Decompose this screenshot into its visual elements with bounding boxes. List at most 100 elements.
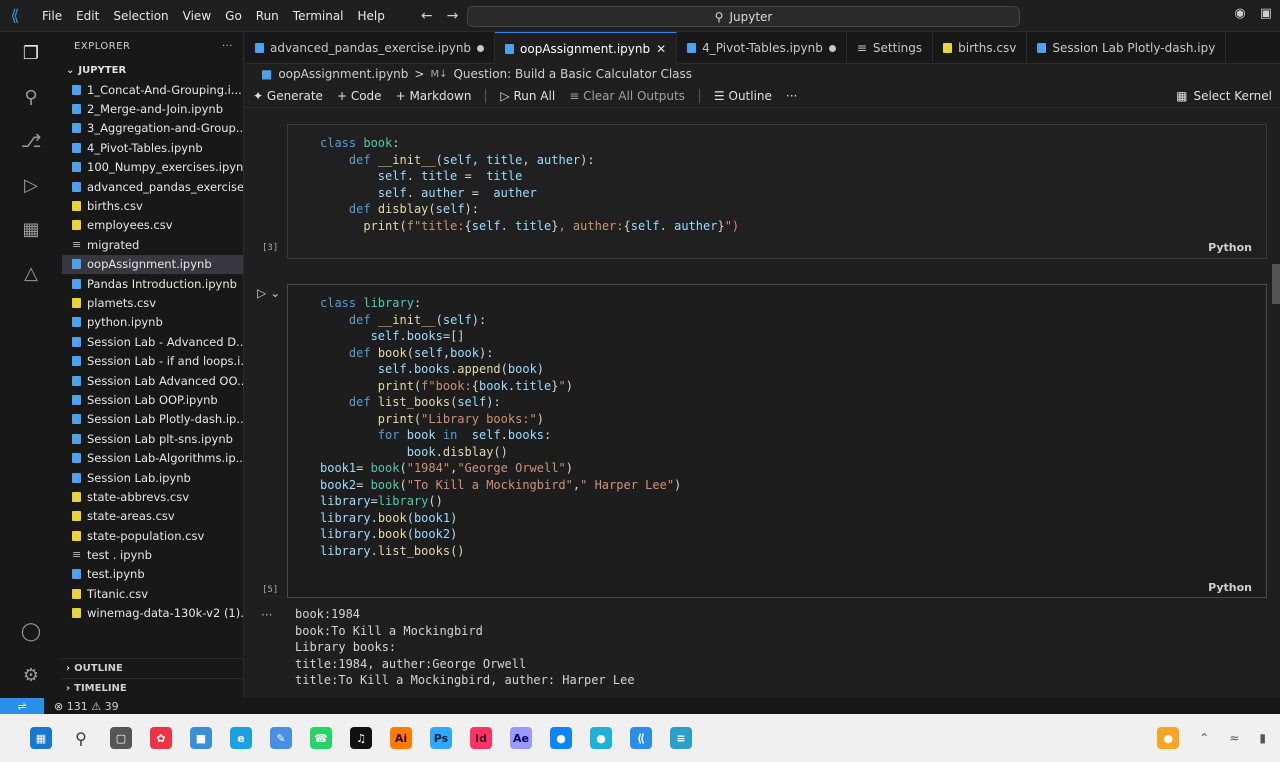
file-item[interactable]: Session Lab Plotly-dash.ip...	[62, 410, 243, 429]
remote-indicator-icon[interactable]: ⇌	[0, 698, 44, 714]
edge-browser-icon[interactable]: e	[230, 727, 252, 749]
unsaved-dot-icon[interactable]	[828, 44, 836, 52]
run-all-button[interactable]: ▷ Run All	[500, 89, 555, 103]
more-actions-icon[interactable]: ···	[222, 41, 233, 52]
layout-icon[interactable]: ▣	[1260, 6, 1272, 21]
file-item[interactable]: oopAssignment.ipynb	[62, 254, 243, 274]
vscode-taskbar-icon[interactable]: ⟪	[630, 727, 652, 749]
cell-language[interactable]: Python	[1208, 581, 1252, 594]
explorer-icon[interactable]: ❐	[18, 40, 44, 66]
code-cell[interactable]: class library: def __init__(self): self.…	[262, 284, 1267, 598]
menu-item-selection[interactable]: Selection	[107, 9, 174, 23]
problems-indicator[interactable]: ⊗ 131 ⚠ 39	[54, 700, 119, 713]
output-actions-icon[interactable]: ···	[261, 608, 272, 622]
file-item[interactable]: ≡ migrated	[62, 235, 243, 254]
file-item[interactable]: Session Lab Advanced OO...	[62, 371, 243, 390]
forward-arrow-icon[interactable]: →	[447, 8, 459, 24]
menu-item-run[interactable]: Run	[250, 9, 285, 23]
file-item[interactable]: Titanic.csv	[62, 584, 243, 603]
file-item[interactable]: 3_Aggregation-and-Group...	[62, 119, 243, 138]
editor-tab[interactable]: oopAssignment.ipynb ✕	[495, 32, 678, 64]
editor-tab[interactable]: ≡ Settings	[847, 32, 934, 64]
file-item[interactable]: state-abbrevs.csv	[62, 487, 243, 506]
file-item[interactable]: 2_Merge-and-Join.ipynb	[62, 99, 243, 118]
add-markdown-button[interactable]: + Markdown	[396, 89, 472, 103]
file-item[interactable]: ≡ test . ipynb	[62, 545, 243, 564]
command-center-search[interactable]: ⚲ Jupyter	[467, 6, 1020, 27]
file-item[interactable]: Session Lab OOP.ipynb	[62, 390, 243, 409]
photoshop-icon[interactable]: Ps	[430, 727, 452, 749]
tray-chevron-icon[interactable]: ⌃	[1199, 731, 1209, 745]
menu-item-go[interactable]: Go	[219, 9, 248, 23]
notes-app-icon[interactable]: ✎	[270, 727, 292, 749]
after-effects-icon[interactable]: Ae	[510, 727, 532, 749]
menu-item-view[interactable]: View	[177, 9, 217, 23]
editor-tab[interactable]: births.csv	[933, 32, 1028, 64]
start-windows-icon[interactable]: ▦	[30, 727, 52, 749]
indesign-icon[interactable]: Id	[470, 727, 492, 749]
editor-tab[interactable]: 4_Pivot-Tables.ipynb	[677, 32, 847, 64]
file-item[interactable]: 1_Concat-And-Grouping.i...	[62, 80, 243, 99]
file-item[interactable]: Session Lab - if and loops.i...	[62, 351, 243, 370]
run-cell-button[interactable]: ▷ ⌄	[257, 286, 280, 300]
editor-scrollbar[interactable]	[1272, 264, 1280, 304]
unsaved-dot-icon[interactable]	[477, 44, 485, 52]
clear-outputs-button[interactable]: ≡ Clear All Outputs	[569, 89, 685, 103]
file-explorer-icon[interactable]: ■	[190, 727, 212, 749]
task-view-icon[interactable]: ▢	[110, 727, 132, 749]
battery-icon[interactable]: ▮	[1259, 731, 1266, 745]
editor-tab[interactable]: Session Lab Plotly-dash.ipy	[1027, 32, 1227, 64]
file-item[interactable]: Session Lab-Algorithms.ip...	[62, 448, 243, 467]
search-icon[interactable]: ⚲	[18, 84, 44, 110]
menu-item-edit[interactable]: Edit	[70, 9, 105, 23]
source-control-icon[interactable]: ⎇	[18, 128, 44, 154]
select-kernel-button[interactable]: ▦ Select Kernel	[1176, 89, 1272, 103]
file-item[interactable]: employees.csv	[62, 216, 243, 235]
file-item[interactable]: Pandas Introduction.ipynb	[62, 274, 243, 293]
breadcrumb-section[interactable]: Question: Build a Basic Calculator Class	[453, 67, 692, 81]
cell-code[interactable]: class library: def __init__(self): self.…	[320, 295, 681, 559]
menu-item-help[interactable]: Help	[352, 9, 391, 23]
cell-code[interactable]: class book: def __init__(self, title, au…	[320, 135, 739, 234]
code-cell[interactable]: class book: def __init__(self, title, au…	[262, 124, 1267, 259]
tiktok-icon[interactable]: ♫	[350, 727, 372, 749]
file-item[interactable]: advanced_pandas_exercise...	[62, 177, 243, 196]
search-icon[interactable]: ⚲	[70, 727, 92, 749]
cell-language[interactable]: Python	[1208, 241, 1252, 254]
toolbar-more-button[interactable]: ···	[786, 89, 797, 103]
breadcrumb-file[interactable]: oopAssignment.ipynb	[278, 67, 408, 81]
close-tab-icon[interactable]: ✕	[656, 42, 666, 56]
file-item[interactable]: plamets.csv	[62, 293, 243, 312]
file-item[interactable]: births.csv	[62, 196, 243, 215]
file-item[interactable]: 100_Numpy_exercises.ipynb	[62, 158, 243, 177]
file-item[interactable]: state-areas.csv	[62, 507, 243, 526]
settings-gear-icon[interactable]: ⚙	[18, 662, 44, 688]
back-arrow-icon[interactable]: ←	[421, 8, 433, 24]
generate-button[interactable]: ✦ Generate	[253, 89, 323, 103]
file-item[interactable]: winemag-data-130k-v2 (1)...	[62, 604, 243, 623]
wifi-icon[interactable]: ≈	[1229, 731, 1239, 745]
whatsapp-icon[interactable]: ☎	[310, 727, 332, 749]
file-item[interactable]: Session Lab plt-sns.ipynb	[62, 429, 243, 448]
file-item[interactable]: 4_Pivot-Tables.ipynb	[62, 138, 243, 157]
extensions-icon[interactable]: ▦	[18, 216, 44, 242]
file-item[interactable]: python.ipynb	[62, 313, 243, 332]
chrome-icon[interactable]: ●	[1157, 727, 1180, 749]
file-item[interactable]: Session Lab.ipynb	[62, 468, 243, 487]
app-icon[interactable]: ●	[550, 727, 572, 749]
file-item[interactable]: Session Lab - Advanced D...	[62, 332, 243, 351]
app-icon[interactable]: ≡	[670, 727, 692, 749]
app-icon[interactable]: ●	[590, 727, 612, 749]
timeline-section[interactable]: › TIMELINE	[62, 678, 243, 698]
folder-jupyter[interactable]: ⌄ JUPYTER	[62, 60, 243, 80]
copilot-icon[interactable]: ◉	[1234, 6, 1245, 21]
outline-section[interactable]: › OUTLINE	[62, 658, 243, 678]
menu-item-file[interactable]: File	[36, 9, 68, 23]
illustrator-icon[interactable]: Ai	[390, 727, 412, 749]
editor-tab[interactable]: advanced_pandas_exercise.ipynb	[245, 32, 496, 64]
testing-flask-icon[interactable]: △	[18, 260, 44, 286]
widgets-icon[interactable]: ✿	[150, 727, 172, 749]
account-icon[interactable]: ◯	[18, 618, 44, 644]
outline-button[interactable]: ☰ Outline	[714, 89, 772, 103]
file-item[interactable]: test.ipynb	[62, 565, 243, 584]
